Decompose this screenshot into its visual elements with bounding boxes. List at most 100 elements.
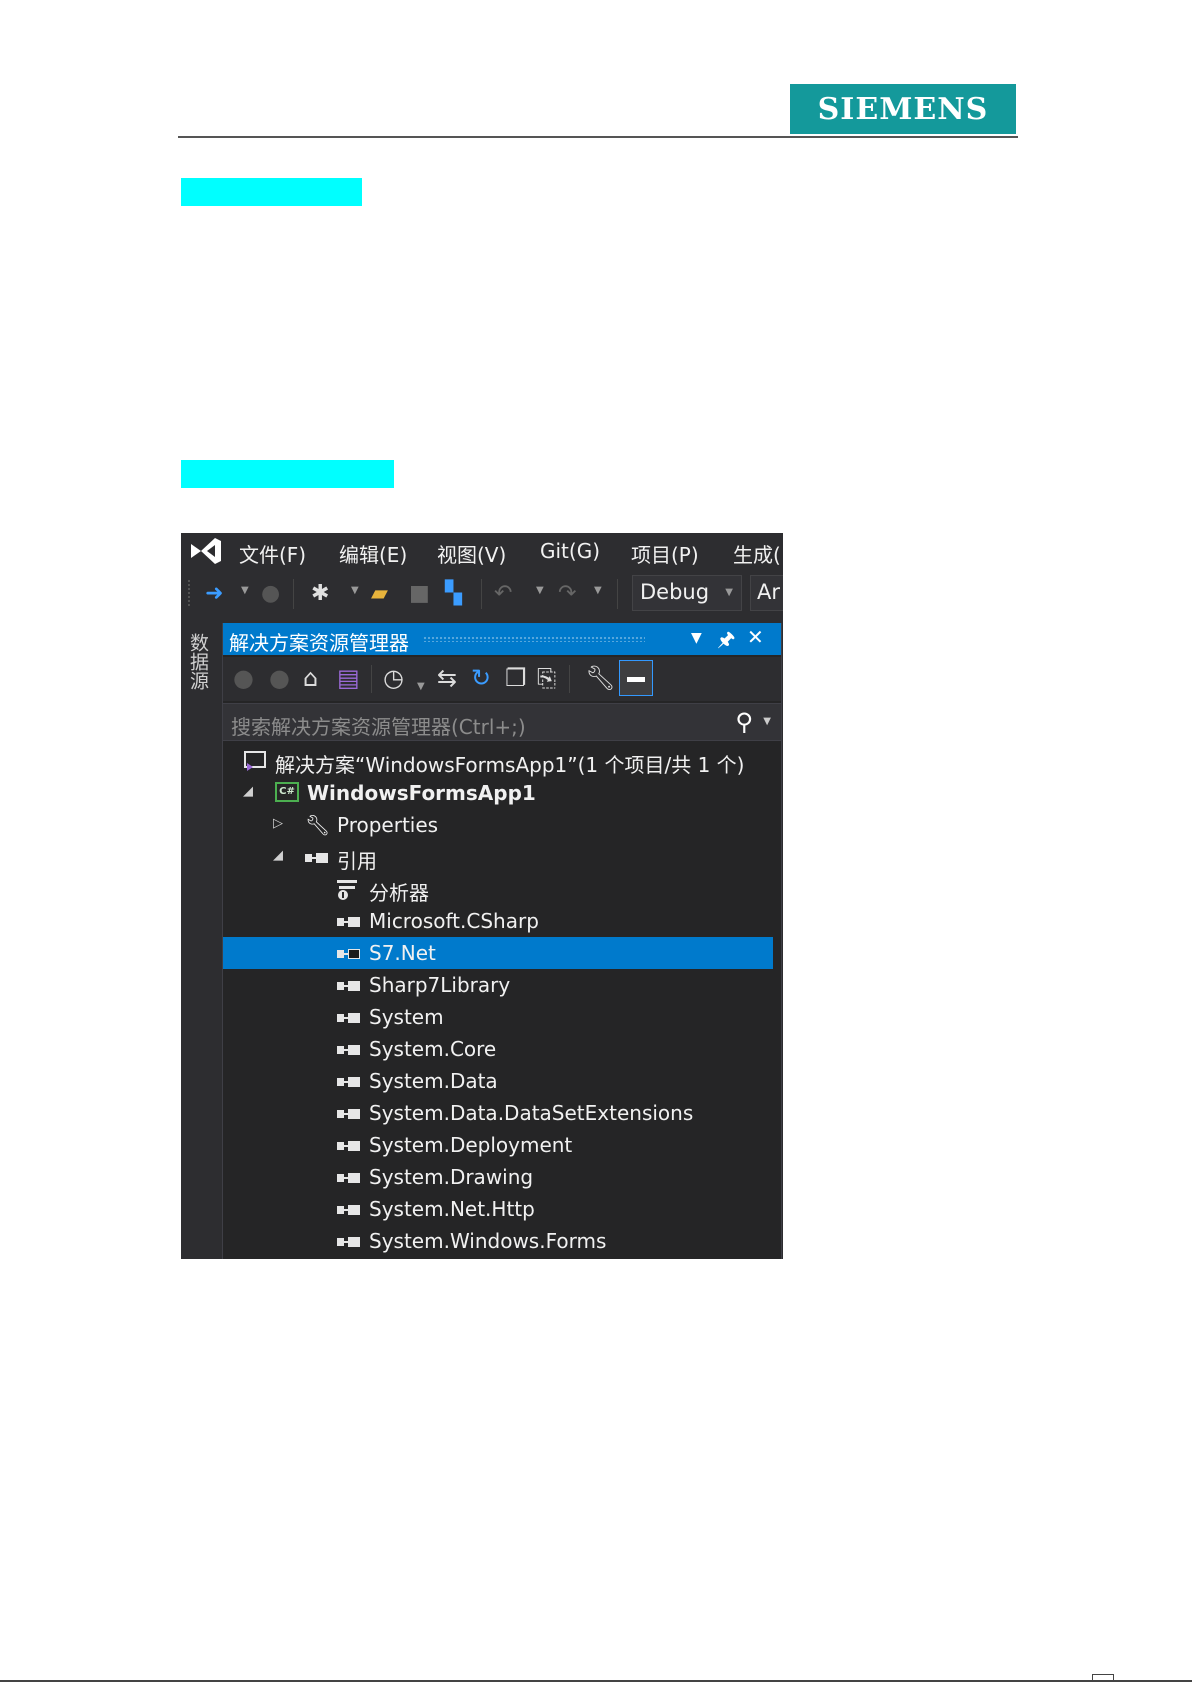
tree-item-label: Sharp7Library (369, 973, 511, 997)
panel-title-bar[interactable]: 解决方案资源管理器 ▼ 🖈 ✕ (223, 623, 781, 655)
tree-item-solution[interactable]: 解决方案“WindowsFormsApp1”(1 个项目/共 1 个) (223, 745, 773, 777)
collapse-all-icon[interactable]: ❐ (505, 664, 527, 692)
pin-icon[interactable]: 🖈 (717, 625, 736, 659)
tree-item-reference-selected[interactable]: S7.Net (223, 937, 773, 969)
back-icon[interactable]: ➜ (205, 582, 223, 606)
chevron-down-icon[interactable]: ▼ (594, 585, 602, 596)
chevron-down-icon[interactable]: ▼ (417, 673, 425, 701)
tree-item-label: System.Data.DataSetExtensions (369, 1101, 694, 1125)
close-icon[interactable]: ✕ (747, 625, 764, 649)
tree-item-reference[interactable]: System (223, 1001, 773, 1033)
highlighted-heading-1 (181, 178, 362, 206)
expanded-arrow-icon[interactable]: ◢ (243, 784, 253, 799)
show-all-files-icon[interactable]: ⎘ (537, 664, 556, 692)
menu-edit[interactable]: 编辑(E) (339, 539, 407, 568)
tree-item-label: Microsoft.CSharp (369, 909, 539, 933)
visual-studio-screenshot: 文件(F) 编辑(E) 视图(V) Git(G) 项目(P) 生成( ➜ ▼ ●… (181, 533, 783, 1259)
expanded-arrow-icon[interactable]: ◢ (273, 848, 283, 863)
standard-toolbar: ➜ ▼ ● ✱ ▼ ▰ ■ ▚ ↶ ▼ ↷ ▼ Debug ▼ Ar (181, 575, 783, 615)
reference-icon (337, 1077, 363, 1087)
tree-item-reference[interactable]: System.Data (223, 1065, 773, 1097)
wrench-icon: 🔧︎ (305, 813, 331, 837)
page-corner-mark (1092, 1674, 1114, 1681)
tree-item-properties[interactable]: ▷ 🔧︎ Properties (223, 809, 773, 841)
tree-item-label: System.Deployment (369, 1133, 573, 1157)
tree-item-references[interactable]: ◢ 引用 (223, 841, 773, 873)
tree-item-reference[interactable]: Sharp7Library (223, 969, 773, 1001)
pending-changes-filter-icon[interactable]: ◷ (383, 664, 404, 692)
title-drag-grip[interactable] (423, 636, 645, 642)
open-folder-icon[interactable]: ▰ (371, 582, 388, 606)
undo-icon[interactable]: ↶ (494, 582, 512, 606)
tree-item-reference[interactable]: System.Drawing (223, 1161, 773, 1193)
chevron-down-icon: ▼ (725, 587, 733, 598)
menu-bar: 文件(F) 编辑(E) 视图(V) Git(G) 项目(P) 生成( (181, 533, 783, 569)
save-icon[interactable]: ■ (409, 582, 430, 606)
analyzer-icon (337, 880, 357, 900)
data-sources-side-tab[interactable]: 数据源 (181, 623, 221, 1259)
tree-item-reference[interactable]: System.Data.DataSetExtensions (223, 1097, 773, 1129)
toolbar-separator (481, 579, 482, 609)
tree-item-reference[interactable]: System.Net.Http (223, 1193, 773, 1225)
window-position-dropdown-icon[interactable]: ▼ (691, 630, 702, 646)
platform-dropdown[interactable]: Ar (750, 575, 783, 611)
forward-icon[interactable]: ● (261, 582, 280, 606)
header-divider (178, 136, 1018, 138)
tree-item-label: System (369, 1005, 444, 1029)
configuration-dropdown[interactable]: Debug ▼ (632, 575, 742, 611)
new-project-icon[interactable]: ✱ (311, 582, 329, 606)
menu-git[interactable]: Git(G) (540, 539, 600, 563)
toolbar-separator (293, 579, 294, 609)
search-icon[interactable]: ⚲ (735, 708, 753, 736)
reference-icon (337, 1109, 363, 1119)
wrench-icon[interactable]: 🔧︎ (585, 664, 615, 692)
chevron-down-icon[interactable]: ▼ (241, 585, 249, 596)
tree-item-analyzers[interactable]: 分析器 (223, 873, 773, 905)
menu-build[interactable]: 生成( (733, 539, 781, 568)
menu-view[interactable]: 视图(V) (437, 539, 506, 568)
tree-item-label: System.Core (369, 1037, 497, 1061)
switch-views-icon[interactable]: ▤ (337, 664, 360, 692)
csharp-project-icon: C# (275, 782, 299, 802)
menu-file[interactable]: 文件(F) (239, 539, 306, 568)
tree-item-label: System.Net.Http (369, 1197, 535, 1221)
tree-item-reference[interactable]: System.Windows.Forms (223, 1225, 773, 1257)
tree-item-label: System.Drawing (369, 1165, 534, 1189)
reference-icon (337, 949, 363, 959)
preview-selected-items-toggle[interactable] (619, 660, 653, 696)
tree-item-reference[interactable]: System.Deployment (223, 1129, 773, 1161)
configuration-value: Debug (640, 580, 710, 604)
tree-item-project[interactable]: ◢ C# WindowsFormsApp1 (223, 777, 773, 809)
siemens-logo: SIEMENS (790, 84, 1016, 134)
tree-item-label: System.Data (369, 1069, 498, 1093)
collapsed-arrow-icon[interactable]: ▷ (273, 816, 283, 831)
reference-icon (337, 1173, 363, 1183)
solution-icon (244, 751, 266, 771)
tree-item-label: Properties (337, 813, 439, 837)
sync-with-document-icon[interactable]: ⇆ (437, 664, 457, 692)
reference-icon (337, 1237, 363, 1247)
toolbar-grip[interactable] (187, 579, 191, 607)
redo-icon[interactable]: ↷ (558, 582, 576, 606)
back-icon[interactable]: ● (233, 664, 254, 692)
menu-project[interactable]: 项目(P) (631, 539, 699, 568)
reference-icon (337, 1205, 363, 1215)
chevron-down-icon[interactable]: ▼ (763, 716, 771, 727)
save-all-icon[interactable]: ▚ (445, 582, 462, 606)
toolbar-separator (569, 665, 570, 693)
refresh-icon[interactable]: ↻ (471, 664, 491, 692)
solution-explorer-panel: 解决方案资源管理器 ▼ 🖈 ✕ ● ● ⌂ ▤ ◷ ▼ ⇆ ↻ ❐ ⎘ 🔧︎ 搜… (222, 623, 782, 1259)
home-icon[interactable]: ⌂ (303, 664, 318, 692)
tree-item-label: S7.Net (369, 941, 436, 965)
forward-icon[interactable]: ● (269, 664, 290, 692)
search-box[interactable]: 搜索解决方案资源管理器(Ctrl+;) ⚲ ▼ (223, 703, 781, 741)
chevron-down-icon[interactable]: ▼ (536, 585, 544, 596)
tree-item-reference[interactable]: Microsoft.CSharp (223, 905, 773, 937)
reference-icon (337, 1013, 363, 1023)
tree-item-reference[interactable]: System.Core (223, 1033, 773, 1065)
chevron-down-icon[interactable]: ▼ (351, 585, 359, 596)
toolbar-separator (617, 579, 618, 609)
footer-divider (0, 1680, 1192, 1682)
search-input[interactable]: 搜索解决方案资源管理器(Ctrl+;) (231, 711, 526, 740)
platform-value: Ar (757, 580, 780, 604)
